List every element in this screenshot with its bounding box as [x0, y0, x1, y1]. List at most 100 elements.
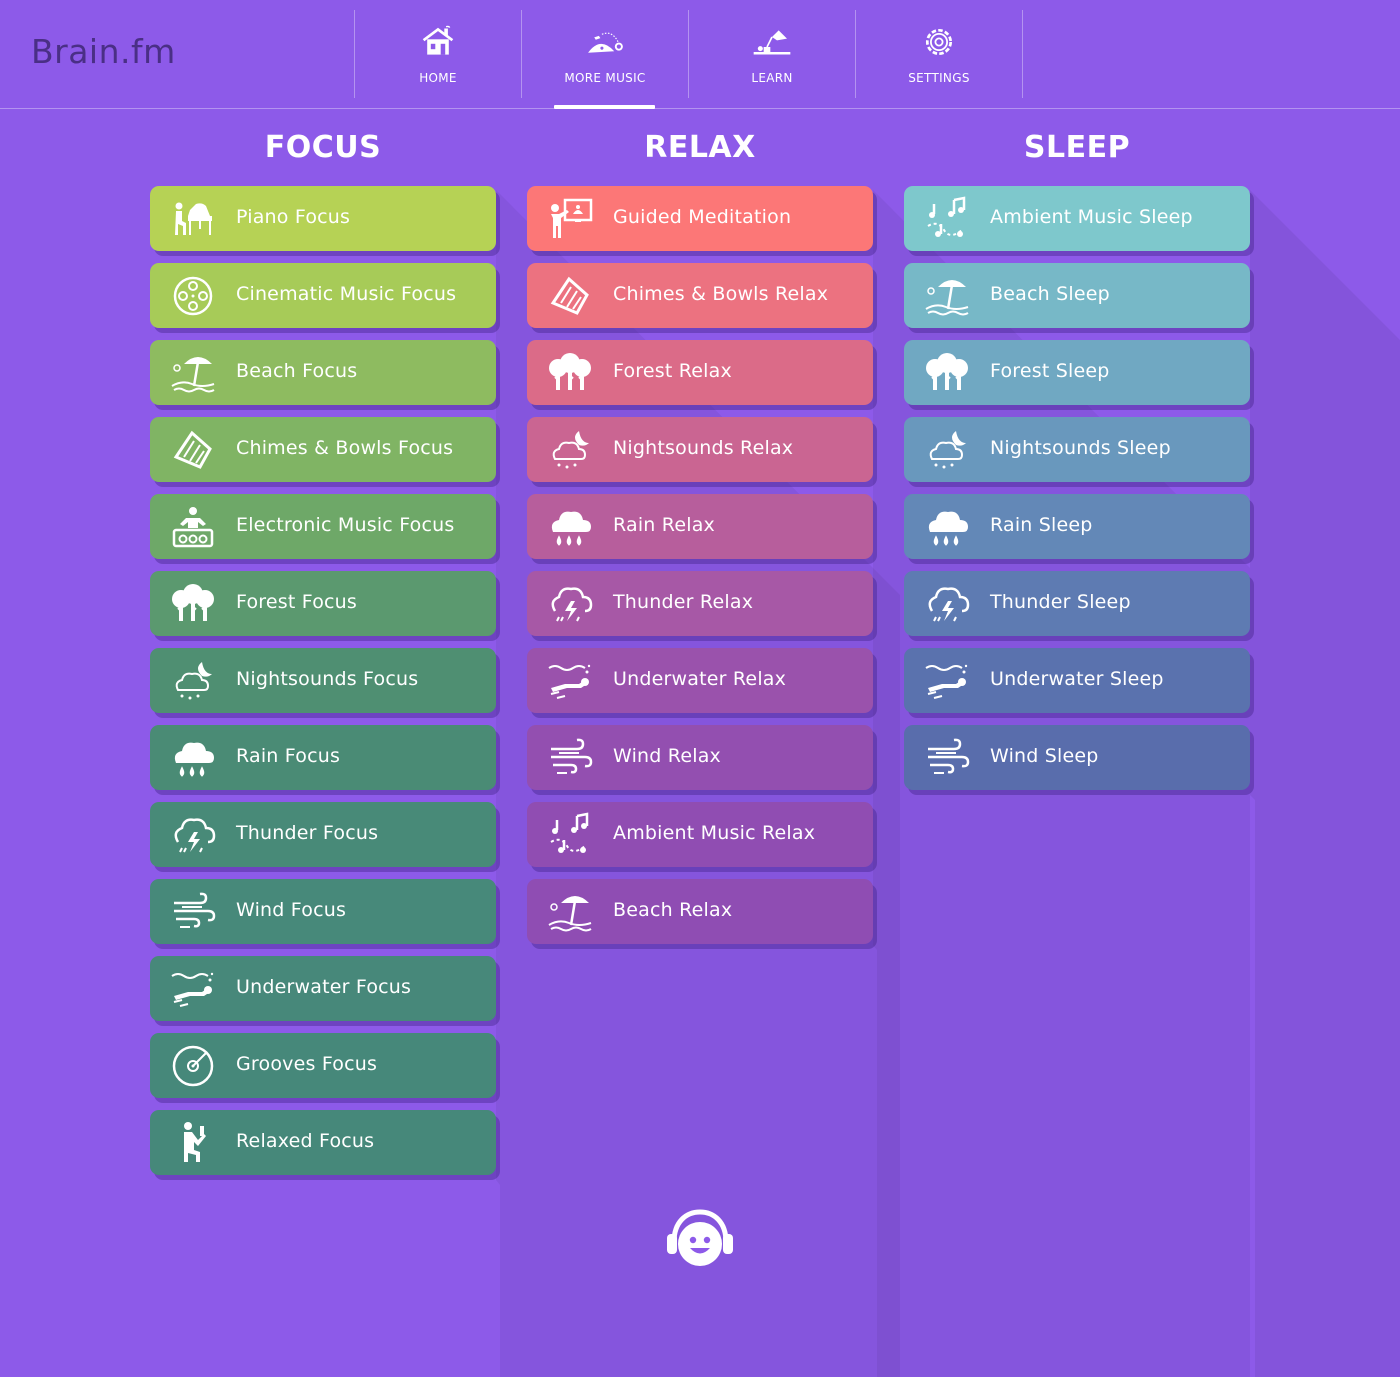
relaxed-person-icon — [170, 1120, 216, 1166]
music-card-label: Underwater Sleep — [990, 668, 1164, 690]
gear-icon — [919, 24, 959, 60]
nav-label: MORE MUSIC — [564, 71, 646, 85]
music-card-label: Electronic Music Focus — [236, 514, 455, 536]
rain-icon — [170, 735, 216, 781]
music-card-label: Wind Focus — [236, 899, 347, 921]
music-card-underwater-focus[interactable]: Underwater Focus — [150, 956, 496, 1021]
nav-more-music[interactable]: MORE MUSIC — [521, 10, 688, 109]
music-card-chimes-bowls-focus[interactable]: Chimes & Bowls Focus — [150, 417, 496, 482]
music-card-thunder-sleep[interactable]: Thunder Sleep — [904, 571, 1250, 636]
column-focus: FOCUS Piano Focus Cinematic Music Focus Bea… — [150, 130, 496, 1187]
nightsounds-icon — [924, 427, 970, 473]
music-card-label: Beach Relax — [613, 899, 733, 921]
column-title: FOCUS — [264, 130, 382, 165]
thunder-icon — [547, 581, 593, 627]
nav-settings[interactable]: SETTINGS — [855, 10, 1023, 98]
music-notes-icon — [547, 812, 593, 858]
music-card-forest-focus[interactable]: Forest Focus — [150, 571, 496, 636]
diver-icon — [924, 658, 970, 704]
dj-icon — [170, 504, 216, 550]
music-card-label: Nightsounds Relax — [613, 437, 794, 459]
forest-icon — [170, 581, 216, 627]
music-card-label: Thunder Focus — [236, 822, 379, 844]
music-card-label: Cinematic Music Focus — [236, 283, 457, 305]
music-card-underwater-relax[interactable]: Underwater Relax — [527, 648, 873, 713]
music-card-label: Rain Relax — [613, 514, 715, 536]
active-tab-indicator — [554, 105, 655, 109]
music-card-forest-sleep[interactable]: Forest Sleep — [904, 340, 1250, 405]
music-card-underwater-sleep[interactable]: Underwater Sleep — [904, 648, 1250, 713]
presenter-icon — [547, 196, 593, 242]
app-logo[interactable]: Brain.fm — [31, 32, 176, 71]
beach-icon — [547, 889, 593, 935]
music-card-label: Underwater Focus — [236, 976, 412, 998]
diver-icon — [547, 658, 593, 704]
music-card-rain-focus[interactable]: Rain Focus — [150, 725, 496, 790]
music-card-label: Piano Focus — [236, 206, 351, 228]
headphones-mascot-icon[interactable] — [666, 1208, 734, 1268]
music-card-label: Rain Sleep — [990, 514, 1093, 536]
music-card-ambient-music-sleep[interactable]: Ambient Music Sleep — [904, 186, 1250, 251]
music-card-label: Thunder Relax — [613, 591, 754, 613]
rain-icon — [547, 504, 593, 550]
music-card-wind-sleep[interactable]: Wind Sleep — [904, 725, 1250, 790]
music-card-rain-sleep[interactable]: Rain Sleep — [904, 494, 1250, 559]
music-card-label: Underwater Relax — [613, 668, 787, 690]
music-card-nightsounds-relax[interactable]: Nightsounds Relax — [527, 417, 873, 482]
learn-icon — [752, 24, 792, 60]
music-card-cinematic-music-focus[interactable]: Cinematic Music Focus — [150, 263, 496, 328]
nav-learn[interactable]: LEARN — [688, 10, 855, 98]
vinyl-icon — [170, 1043, 216, 1089]
music-card-label: Rain Focus — [236, 745, 341, 767]
nightsounds-icon — [170, 658, 216, 704]
music-card-wind-focus[interactable]: Wind Focus — [150, 879, 496, 944]
music-card-ambient-music-relax[interactable]: Ambient Music Relax — [527, 802, 873, 867]
music-card-rain-relax[interactable]: Rain Relax — [527, 494, 873, 559]
wind-icon — [924, 735, 970, 781]
rain-icon — [924, 504, 970, 550]
music-card-thunder-focus[interactable]: Thunder Focus — [150, 802, 496, 867]
music-card-label: Forest Relax — [613, 360, 732, 382]
home-icon — [418, 24, 458, 60]
music-card-label: Nightsounds Focus — [236, 668, 419, 690]
music-card-piano-focus[interactable]: Piano Focus — [150, 186, 496, 251]
top-bar: Brain.fm HOME MORE MUSIC LEARN SETTINGS — [0, 0, 1400, 109]
music-card-electronic-music-focus[interactable]: Electronic Music Focus — [150, 494, 496, 559]
music-card-thunder-relax[interactable]: Thunder Relax — [527, 571, 873, 636]
music-card-beach-sleep[interactable]: Beach Sleep — [904, 263, 1250, 328]
music-card-relaxed-focus[interactable]: Relaxed Focus — [150, 1110, 496, 1175]
music-card-wind-relax[interactable]: Wind Relax — [527, 725, 873, 790]
nav-label: SETTINGS — [908, 71, 970, 85]
music-card-beach-focus[interactable]: Beach Focus — [150, 340, 496, 405]
music-card-label: Forest Focus — [236, 591, 358, 613]
music-card-forest-relax[interactable]: Forest Relax — [527, 340, 873, 405]
music-card-label: Nightsounds Sleep — [990, 437, 1171, 459]
column-relax: RELAX Guided Meditation Chimes & Bowls Rel… — [527, 130, 873, 956]
chimes-icon — [170, 427, 216, 473]
music-card-beach-relax[interactable]: Beach Relax — [527, 879, 873, 944]
music-notes-icon — [924, 196, 970, 242]
music-card-label: Wind Relax — [613, 745, 721, 767]
thunder-icon — [170, 812, 216, 858]
more-music-icon — [585, 24, 625, 60]
wind-icon — [547, 735, 593, 781]
beach-icon — [170, 350, 216, 396]
diver-icon — [170, 966, 216, 1012]
music-card-label: Relaxed Focus — [236, 1130, 375, 1152]
music-card-nightsounds-focus[interactable]: Nightsounds Focus — [150, 648, 496, 713]
music-card-label: Thunder Sleep — [990, 591, 1131, 613]
music-card-guided-meditation[interactable]: Guided Meditation — [527, 186, 873, 251]
column-title: SLEEP — [1023, 130, 1131, 165]
music-card-grooves-focus[interactable]: Grooves Focus — [150, 1033, 496, 1098]
music-card-nightsounds-sleep[interactable]: Nightsounds Sleep — [904, 417, 1250, 482]
main-nav: HOME MORE MUSIC LEARN SETTINGS — [354, 10, 1023, 109]
forest-icon — [547, 350, 593, 396]
music-card-label: Chimes & Bowls Relax — [613, 283, 829, 305]
nav-home[interactable]: HOME — [354, 10, 521, 98]
music-card-label: Wind Sleep — [990, 745, 1099, 767]
nav-label: LEARN — [751, 71, 793, 85]
film-reel-icon — [170, 273, 216, 319]
music-card-chimes-bowls-relax[interactable]: Chimes & Bowls Relax — [527, 263, 873, 328]
music-card-label: Ambient Music Relax — [613, 822, 816, 844]
piano-icon — [170, 196, 216, 242]
